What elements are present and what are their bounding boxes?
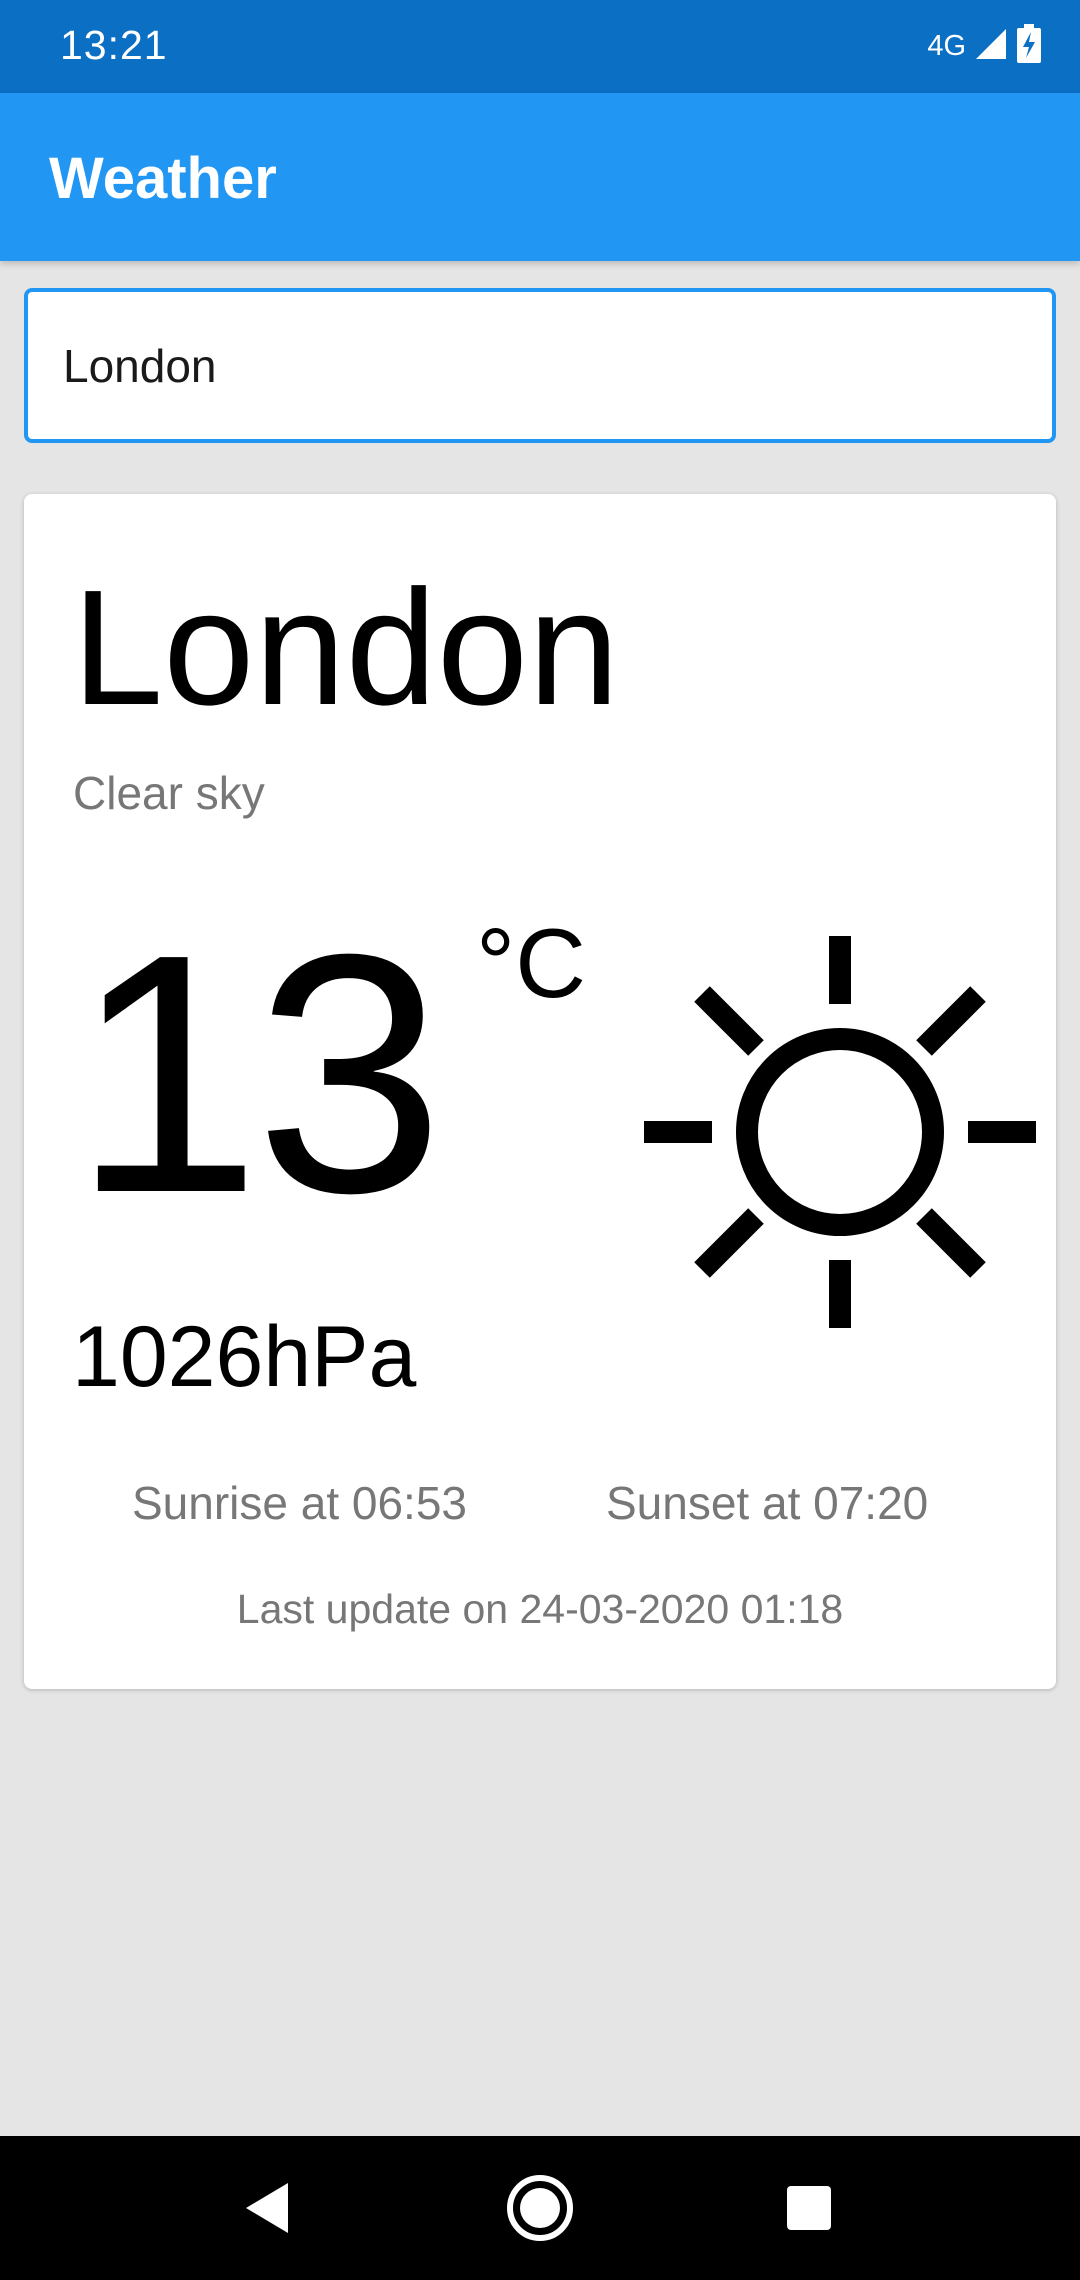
sunrise-time: Sunrise at 06:53: [132, 1477, 468, 1529]
status-icons: 4G: [927, 23, 1042, 69]
temperature-unit: °C: [476, 908, 586, 1018]
sunset-time: Sunset at 07:20: [606, 1477, 929, 1529]
city-search-input[interactable]: London: [24, 288, 1056, 443]
network-type-label: 4G: [927, 29, 966, 62]
status-bar: 13:21 4G: [0, 0, 1080, 93]
app-bar: Weather: [0, 93, 1080, 261]
last-update: Last update on 24-03-2020 01:18: [236, 1586, 844, 1632]
home-icon[interactable]: [495, 2163, 585, 2253]
battery-charging-icon: [1016, 23, 1042, 69]
temperature-value: 13: [72, 884, 444, 1264]
app-title: Weather: [49, 146, 277, 211]
city-name: London: [72, 556, 620, 739]
pressure-value: 1026hPa: [72, 1309, 417, 1405]
weather-card: London Clear sky 13 °C 1026hPa Sunrise a…: [24, 494, 1056, 1689]
recents-icon[interactable]: [764, 2163, 854, 2253]
weather-description: Clear sky: [73, 767, 265, 819]
navigation-bar: [0, 2136, 1080, 2280]
signal-icon: [974, 27, 1008, 66]
back-icon[interactable]: [222, 2163, 312, 2253]
status-time: 13:21: [60, 22, 168, 68]
sun-icon: [630, 922, 1050, 1342]
